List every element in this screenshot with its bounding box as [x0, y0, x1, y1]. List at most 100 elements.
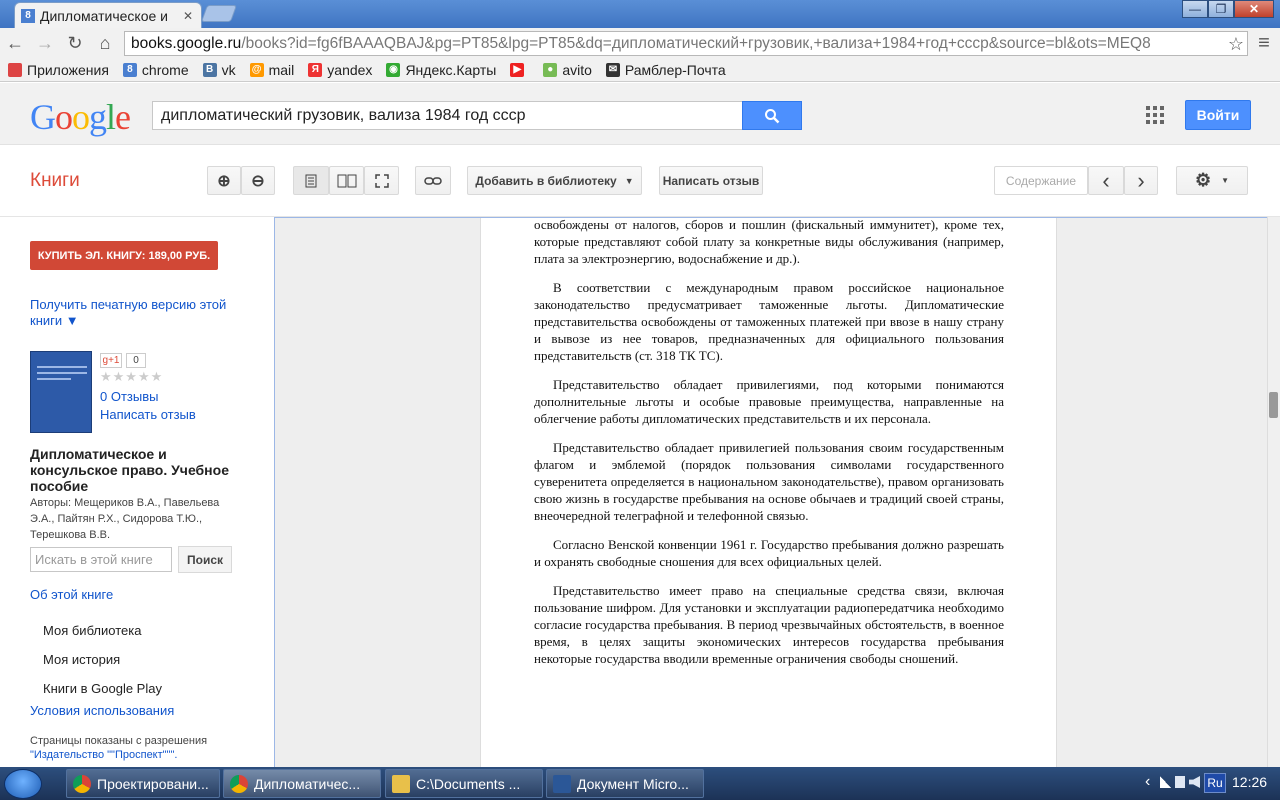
single-page-icon	[305, 174, 317, 187]
bookmark-icon: B	[202, 62, 217, 77]
bookmark-item[interactable]: Яyandex	[308, 62, 372, 78]
tray-icons[interactable]	[1160, 776, 1200, 790]
bookmark-icon: Я	[308, 62, 323, 77]
print-version-link[interactable]: Получить печатную версию этой книги ▼	[30, 297, 245, 329]
add-to-library-button[interactable]: Добавить в библиотеку ▼	[467, 166, 642, 195]
taskbar-item-active[interactable]: Дипломатичес...	[223, 769, 381, 798]
bookmark-item[interactable]: Bvk	[202, 62, 236, 78]
network-icon[interactable]	[1160, 776, 1172, 788]
chevron-right-icon: ›	[1137, 167, 1145, 193]
bookmark-label: avito	[562, 61, 592, 78]
scrollbar-thumb[interactable]	[1269, 392, 1278, 418]
about-book-link[interactable]: Об этой книге	[30, 587, 113, 602]
fullscreen-button[interactable]	[364, 166, 399, 195]
address-bar[interactable]: books.google.ru/books?id=fg6fBAAAQBAJ&pg…	[124, 31, 1248, 56]
tray-expand-icon[interactable]: ‹	[1145, 773, 1150, 791]
taskbar-item-label: C:\Documents ...	[416, 775, 521, 792]
taskbar-item-label: Дипломатичес...	[254, 775, 361, 792]
book-authors: Авторы: Мещериков В.А., Павельева Э.А., …	[30, 497, 220, 541]
chrome-menu-icon[interactable]: ≡	[1253, 32, 1275, 54]
home-icon[interactable]: ⌂	[94, 32, 116, 54]
language-indicator[interactable]: Ru	[1204, 773, 1226, 793]
browser-tab[interactable]: 8 Дипломатическое и ✕	[14, 2, 202, 28]
power-icon[interactable]	[1175, 776, 1185, 788]
contents-button[interactable]: Содержание	[994, 166, 1088, 195]
write-review-button[interactable]: Написать отзыв	[659, 166, 763, 195]
tab-title: Дипломатическое и	[40, 7, 168, 24]
bookmark-item[interactable]: @ mail	[249, 62, 294, 78]
add-library-label: Добавить в библиотеку	[475, 173, 617, 188]
tab-close-icon[interactable]: ✕	[183, 9, 193, 23]
bookmark-item[interactable]: Приложения	[8, 62, 109, 78]
single-page-view-button[interactable]	[293, 166, 329, 195]
bookmark-icon: 8	[122, 62, 137, 77]
reload-icon[interactable]: ↻	[64, 32, 86, 54]
new-tab-button[interactable]	[200, 5, 238, 22]
word-icon	[553, 774, 571, 793]
reviews-link[interactable]: 0 Отзывы	[100, 389, 158, 404]
bookmark-item[interactable]: ✉ Рамблер-Почта	[605, 61, 726, 78]
chrome-icon	[73, 774, 91, 793]
minimize-button[interactable]: —	[1182, 0, 1208, 18]
taskbar-item[interactable]: Документ Micro...	[546, 769, 704, 798]
rating-stars[interactable]: ★★★★★	[100, 369, 163, 385]
books-title[interactable]: Книги	[30, 170, 80, 192]
page-paragraph: освобождены от налогов, сборов и пошлин …	[534, 217, 1004, 266]
bookmark-icon	[8, 62, 22, 77]
clock[interactable]: 12:26	[1232, 774, 1267, 790]
bookmark-icon: ◉	[386, 62, 401, 77]
bookmark-star-icon[interactable]: ☆	[1225, 33, 1247, 55]
url-path: /books?id=fg6fBAAAQBAJ&pg=PT85&lpg=PT85&…	[241, 34, 1151, 52]
back-icon[interactable]: ←	[4, 32, 26, 54]
bookmark-item[interactable]: 8 chrome	[122, 62, 189, 78]
page-text: освобождены от налогов, сборов и пошлин …	[534, 216, 1004, 679]
bookmark-item[interactable]: ◉ Яндекс.Карты	[386, 62, 496, 78]
apps-grid-icon[interactable]	[1146, 106, 1164, 124]
zoom-in-icon: ⊕	[217, 172, 231, 190]
two-page-view-button[interactable]	[329, 166, 364, 195]
two-page-icon	[337, 174, 356, 187]
volume-icon[interactable]	[1188, 776, 1200, 788]
bookmark-item[interactable]: ● avito	[543, 62, 592, 78]
forward-icon[interactable]: →	[34, 32, 56, 54]
bookmark-label: yandex	[327, 61, 373, 78]
search-icon	[765, 108, 780, 123]
gplus-button[interactable]: g+1	[100, 353, 122, 368]
start-button[interactable]	[4, 769, 42, 799]
google-logo[interactable]: Google	[30, 96, 131, 138]
my-history-link[interactable]: Моя история	[43, 652, 120, 667]
buy-ebook-button[interactable]: КУПИТЬ ЭЛ. КНИГУ: 189,00 РУБ.	[30, 241, 218, 270]
zoom-out-button[interactable]: ⊖	[241, 166, 275, 195]
prev-page-button[interactable]: ‹	[1088, 166, 1124, 195]
link-icon	[424, 176, 442, 185]
bookmark-item[interactable]: ▶	[510, 62, 529, 77]
book-cover[interactable]	[30, 351, 92, 433]
terms-link[interactable]: Условия использования	[30, 703, 174, 718]
search-input[interactable]: дипломатический грузовик, вализа 1984 го…	[152, 101, 743, 130]
search-button[interactable]	[742, 101, 802, 130]
bookmark-label: Рамблер-Почта	[624, 61, 726, 78]
chrome-icon	[230, 774, 248, 793]
taskbar-item-label: Проектировани...	[97, 775, 209, 792]
write-review-link[interactable]: Написать отзыв	[100, 407, 196, 422]
book-search-input[interactable]: Искать в этой книге	[30, 547, 172, 572]
next-page-button[interactable]: ›	[1124, 166, 1158, 195]
close-button[interactable]: ✕	[1234, 0, 1274, 18]
page-paragraph: Представительство обладает привилегиями,…	[534, 377, 1004, 426]
google-play-link[interactable]: Книги в Google Play	[43, 681, 162, 696]
dropdown-arrow-icon: ▼	[1221, 176, 1230, 185]
restore-button[interactable]: ❐	[1208, 0, 1234, 18]
zoom-in-button[interactable]: ⊕	[207, 166, 241, 195]
publisher-link[interactable]: "Издательство ""Проспект""".	[30, 749, 177, 761]
gplus-count: 0	[126, 353, 146, 368]
my-library-link[interactable]: Моя библиотека	[43, 623, 141, 638]
gear-icon: ⚙	[1194, 170, 1212, 190]
login-button[interactable]: Войти	[1185, 100, 1251, 130]
bookmark-icon: ▶	[510, 62, 525, 77]
book-search-button[interactable]: Поиск	[178, 546, 232, 573]
scrollbar[interactable]	[1267, 217, 1280, 767]
taskbar-item[interactable]: C:\Documents ...	[385, 769, 543, 798]
taskbar-item[interactable]: Проектировани...	[66, 769, 220, 798]
link-button[interactable]	[415, 166, 451, 195]
settings-button[interactable]: ⚙ ▼	[1176, 166, 1248, 195]
